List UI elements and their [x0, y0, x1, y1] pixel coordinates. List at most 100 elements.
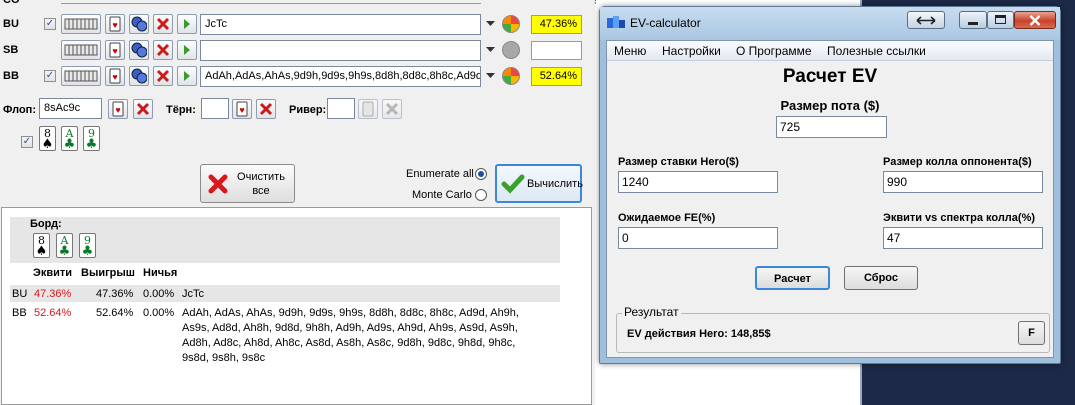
ev-window-title: EV-calculator: [630, 16, 701, 30]
result-text: EV действия Hero: 148,85$: [627, 328, 771, 340]
clear-river-icon[interactable]: [382, 99, 402, 119]
arrow-right-icon[interactable]: [177, 66, 197, 86]
menu-bar: Меню Настройки О Программе Полезные ссыл…: [607, 41, 1053, 61]
calculate-ev-button[interactable]: Расчет: [755, 266, 830, 290]
montecarlo-radio[interactable]: [475, 189, 487, 201]
clear-flop-icon[interactable]: [133, 99, 153, 119]
range-input[interactable]: [200, 40, 481, 61]
position-label: SB: [3, 44, 19, 56]
row-pos: BU: [12, 288, 28, 300]
svg-text:♥: ♥: [112, 46, 117, 56]
board-card: 9 ♣: [83, 126, 100, 151]
card-picker-icon[interactable]: ♥: [232, 99, 252, 119]
board-checkbox[interactable]: ✓: [21, 136, 33, 148]
svg-text:♥: ♥: [112, 72, 117, 82]
row-hands: JcTc: [182, 288, 204, 300]
dropdown-arrow-icon[interactable]: [486, 71, 495, 80]
chips-icon[interactable]: [129, 14, 149, 34]
range-input[interactable]: AdAh,AdAs,AhAs,9d9h,9d9s,9h9s,8d8h,8d8c,…: [200, 66, 481, 87]
row-tie: 0.00%: [143, 307, 175, 319]
menu-item-links[interactable]: Полезные ссылки: [827, 44, 926, 58]
card-picker-icon[interactable]: ♥: [108, 99, 128, 119]
calculate-button[interactable]: Вычислить: [495, 164, 583, 203]
fe-label: Ожидаемое FE(%): [618, 212, 716, 224]
player-row-sb: SB ♥: [0, 39, 595, 63]
clear-range-icon[interactable]: [153, 66, 173, 86]
f-button[interactable]: F: [1018, 321, 1045, 345]
row-hands-line: As9s, Ad8d, Ah8h, 9d8d, 9h8h, Ad9h, Ad9s…: [182, 322, 518, 334]
dropdown-arrow-icon[interactable]: [486, 19, 495, 28]
row-hands-line: Ad8h, Ad8c, Ah8d, Ah8c, As8d, As8h, As8c…: [182, 337, 516, 349]
flop-label: Флоп:: [3, 104, 36, 116]
bet-input[interactable]: 1240: [618, 171, 778, 193]
board-card: A ♣: [61, 126, 78, 151]
equity-value: 47.36%: [531, 15, 582, 34]
call-input[interactable]: 990: [883, 171, 1043, 193]
river-input[interactable]: [327, 98, 355, 119]
reset-button[interactable]: Сброс: [844, 266, 918, 290]
fullscreen-button[interactable]: [907, 11, 945, 29]
range-matrix-icon[interactable]: [61, 14, 101, 34]
enumerate-radio[interactable]: [475, 168, 487, 180]
row-equity: 47.36%: [34, 288, 72, 300]
row-tie: 0.00%: [143, 288, 175, 300]
arrow-right-icon[interactable]: [177, 40, 197, 60]
range-matrix-icon[interactable]: [61, 40, 101, 60]
resize-arrows-icon: [916, 16, 936, 25]
clear-range-icon[interactable]: [153, 14, 173, 34]
card-picker-icon[interactable]: ♥: [105, 14, 125, 34]
pot-label: Размер пота ($): [780, 98, 880, 113]
ev-title-bar[interactable]: EV-calculator: [600, 7, 1060, 40]
montecarlo-label: Monte Carlo: [412, 189, 472, 201]
equity-pie-icon[interactable]: [502, 67, 520, 85]
co-row-partial: [61, 0, 481, 4]
player-checkbox[interactable]: ✓: [44, 18, 56, 30]
card-picker-icon[interactable]: [358, 99, 378, 119]
header-win: Выигрыш: [81, 267, 135, 279]
card-picker-icon[interactable]: ♥: [105, 40, 125, 60]
maximize-button[interactable]: [987, 11, 1014, 29]
card-picker-icon[interactable]: ♥: [105, 66, 125, 86]
flop-input[interactable]: 8sAc9c: [39, 98, 102, 119]
chips-icon[interactable]: [129, 40, 149, 60]
svg-text:♥: ♥: [112, 20, 117, 30]
equity-pie-icon[interactable]: [502, 41, 520, 59]
position-label: BB: [3, 70, 19, 82]
range-matrix-icon[interactable]: [61, 66, 101, 86]
fe-input[interactable]: 0: [618, 227, 778, 249]
clear-all-line1: Очистить: [237, 171, 285, 183]
equity-pie-icon[interactable]: [502, 15, 520, 33]
turn-input[interactable]: [201, 98, 229, 119]
range-input[interactable]: JcTc: [200, 14, 481, 35]
enumerate-label: Enumerate all: [406, 168, 474, 180]
clear-all-button[interactable]: Очистить все: [200, 164, 295, 203]
player-checkbox[interactable]: ✓: [44, 70, 56, 82]
ev-client-area: Меню Настройки О Программе Полезные ссыл…: [606, 40, 1054, 358]
eq-label: Эквити vs спектра колла(%): [883, 212, 1036, 224]
equity-calculator-panel: CO 990 BU ✓ ♥ JcTc 47.36% SB ♥: [0, 0, 612, 405]
arrow-right-icon[interactable]: [177, 14, 197, 34]
close-button[interactable]: [1014, 11, 1056, 29]
clear-range-icon[interactable]: [153, 40, 173, 60]
row-hands-line: 9s8d, 9s8h, 9s8c: [182, 352, 266, 364]
result-card: A ♣: [56, 233, 73, 258]
board-result-label: Борд:: [30, 218, 62, 230]
ev-calculator-window: EV-calculator Меню Настройки О Программе…: [599, 6, 1061, 364]
menu-item-menu[interactable]: Меню: [614, 44, 646, 58]
dropdown-arrow-icon[interactable]: [486, 45, 495, 54]
player-row-bu: BU ✓ ♥ JcTc 47.36%: [0, 13, 595, 37]
position-label: BU: [3, 18, 19, 30]
pot-input[interactable]: 725: [776, 116, 887, 138]
menu-item-settings[interactable]: Настройки: [662, 44, 721, 58]
minimize-button[interactable]: [959, 11, 987, 29]
chips-icon[interactable]: [129, 66, 149, 86]
screen: CO 990 BU ✓ ♥ JcTc 47.36% SB ♥: [0, 0, 1075, 405]
results-panel: Борд: 8 ♠ A ♣ 9 ♣ Эквити Выигрыш Ничья BU 4…: [1, 207, 592, 405]
player-row-bb: BB ✓ ♥ AdAh,AdAs,AhAs,9d9h,9d9s,9h9s,8d8…: [0, 65, 595, 89]
clear-all-line2: все: [252, 185, 270, 197]
row-win: 52.64%: [96, 307, 134, 319]
clear-turn-icon[interactable]: [256, 99, 276, 119]
eq-input[interactable]: 47: [883, 227, 1043, 249]
menu-item-about[interactable]: О Программе: [736, 44, 812, 58]
svg-text:♥: ♥: [115, 105, 120, 115]
